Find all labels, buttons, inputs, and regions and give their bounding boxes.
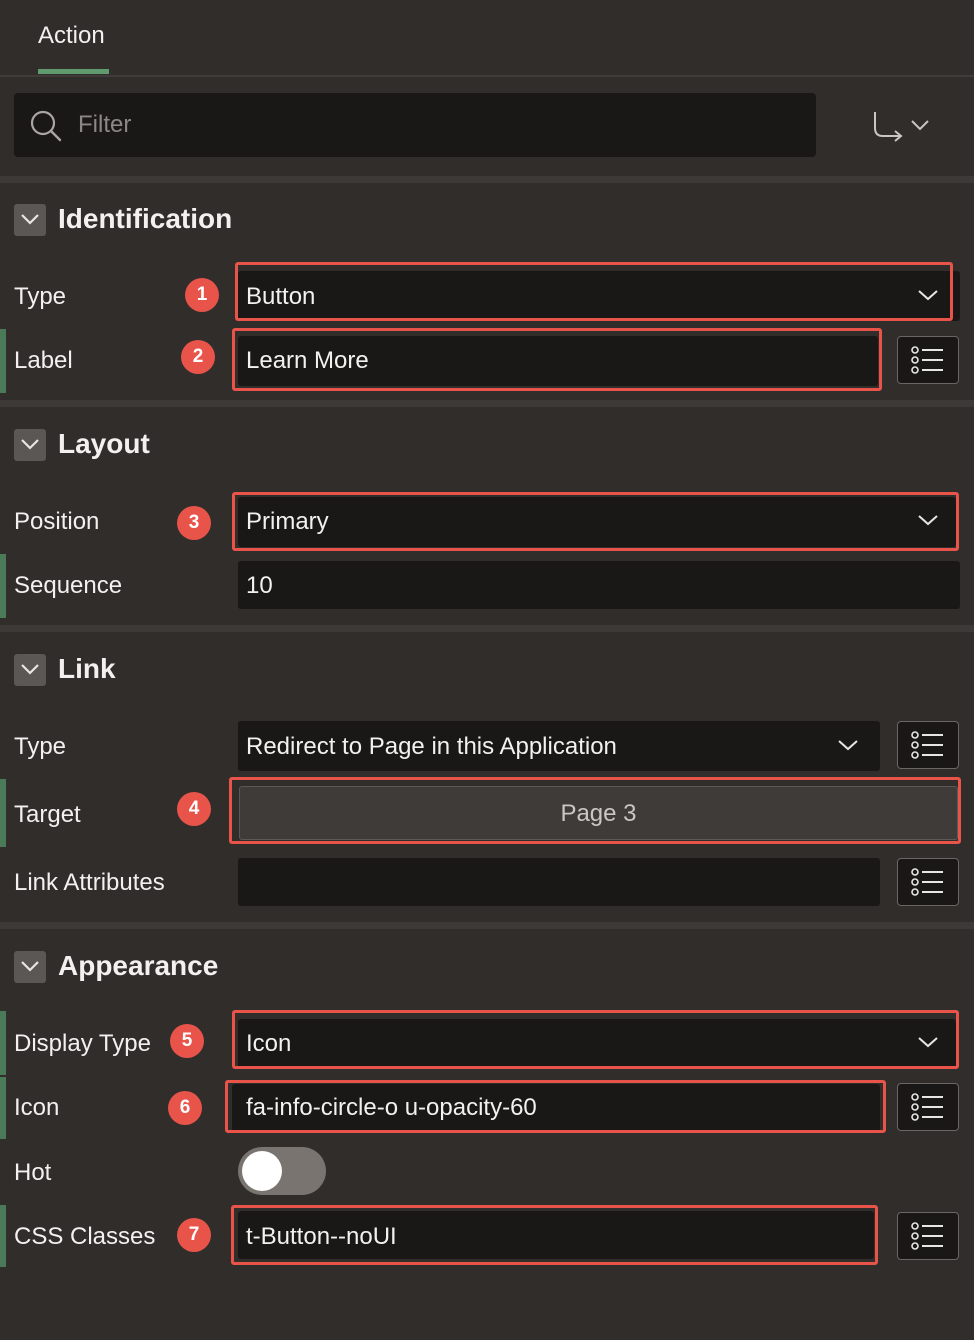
link-collapse-toggle[interactable] [14,654,46,686]
goto-group-icon[interactable] [870,108,934,144]
callout-badge-2: 2 [181,340,215,374]
callout-badge-1: 1 [185,278,219,312]
filter-placeholder: Filter [78,111,132,138]
sequence-input[interactable] [238,561,960,609]
icon-list-button[interactable] [897,1083,959,1131]
section-title-identification: Identification [58,203,233,234]
highlight-box-target [229,777,961,844]
section-separator [0,625,974,632]
chevron-down-icon [21,664,39,675]
required-indicator [0,1077,6,1139]
highlight-box-icon [225,1080,886,1133]
active-tab-indicator [38,69,109,74]
chevron-down-icon [21,961,39,972]
icon-label: Icon [14,1094,60,1121]
highlight-box-position [232,492,959,551]
target-label: Target [14,801,81,828]
list-picker-icon [911,346,943,374]
layout-collapse-toggle[interactable] [14,429,46,461]
required-indicator [0,329,6,393]
chevron-down-icon [21,439,39,450]
callout-badge-7: 7 [177,1218,211,1252]
hot-label: Hot [14,1159,52,1186]
section-title-appearance: Appearance [58,950,219,981]
section-separator [0,176,974,183]
required-indicator [0,1011,6,1075]
required-indicator [0,554,6,618]
section-title-layout: Layout [58,428,150,459]
position-label: Position [14,508,100,535]
section-title-link: Link [58,653,116,684]
highlight-box-display-type [232,1010,959,1069]
chevron-down-icon [838,740,858,751]
highlight-box-type [235,262,953,321]
display-type-label: Display Type [14,1030,151,1057]
link-type-label: Type [14,733,67,760]
list-picker-icon [911,1093,943,1121]
appearance-collapse-toggle[interactable] [14,951,46,983]
link-type-list-button[interactable] [897,721,959,769]
section-separator [0,922,974,929]
callout-badge-3: 3 [177,506,211,540]
sequence-label: Sequence [14,572,123,599]
link-attributes-label: Link Attributes [14,869,165,896]
callout-badge-5: 5 [170,1024,204,1058]
chevron-down-icon [21,214,39,225]
sequence-input-value: 10 [246,572,273,599]
highlight-box-label [232,328,882,391]
label-label: Label [14,347,73,374]
link-type-select-value: Redirect to Page in this Application [246,733,617,760]
callout-badge-6: 6 [168,1091,202,1125]
filter-input[interactable] [14,93,816,157]
callout-badge-4: 4 [177,792,211,826]
link-attributes-list-button[interactable] [897,858,959,906]
label-list-button[interactable] [897,336,959,384]
tab-action[interactable]: Action [38,22,105,50]
link-attributes-input[interactable] [238,858,880,906]
list-picker-icon [911,731,943,759]
identification-collapse-toggle[interactable] [14,204,46,236]
highlight-box-css-classes [231,1205,878,1265]
list-picker-icon [911,1222,943,1250]
list-picker-icon [911,868,943,896]
hot-toggle-knob [242,1151,282,1191]
css-classes-label: CSS Classes [14,1223,156,1250]
tab-divider [0,75,974,77]
required-indicator [0,1205,6,1267]
search-icon [30,110,62,142]
type-label: Type [14,283,67,310]
section-separator [0,400,974,407]
css-classes-list-button[interactable] [897,1212,959,1260]
required-indicator [0,779,6,847]
